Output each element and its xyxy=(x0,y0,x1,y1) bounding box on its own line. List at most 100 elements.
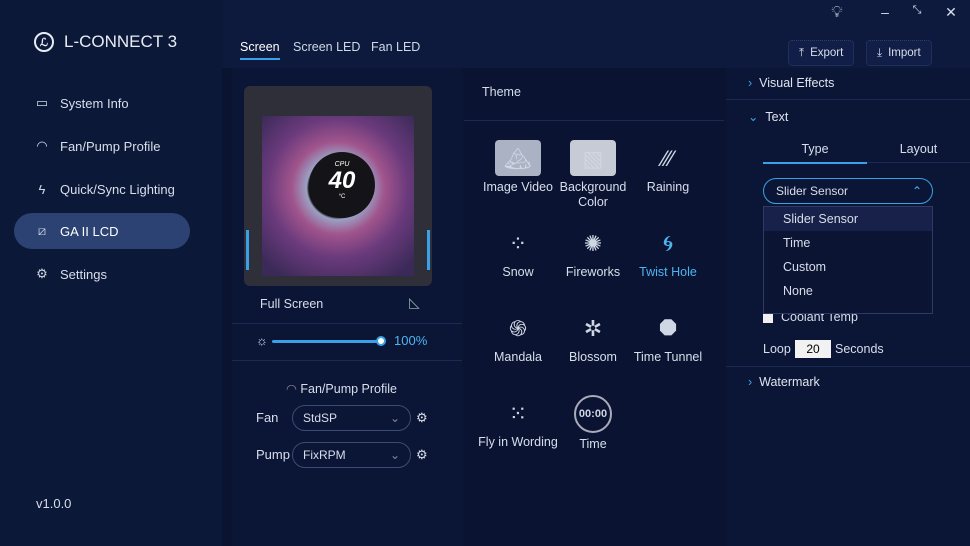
theme-twist-hole[interactable]: 🌀︎ Twist Hole xyxy=(628,225,708,280)
cpu-gauge: CPU 40 °C xyxy=(309,152,375,218)
chevron-down-icon: ⌄ xyxy=(389,448,400,462)
fan-pump-title: ◠ Fan/Pump Profile xyxy=(286,381,397,396)
visual-effects-section[interactable]: › Visual Effects xyxy=(748,76,834,90)
watermark-section[interactable]: › Watermark xyxy=(748,375,820,389)
screen-mode-label: Full Screen xyxy=(260,297,324,311)
theme-mandala[interactable]: ֍ Mandala xyxy=(478,310,558,365)
theme-title: Theme xyxy=(482,85,521,99)
tab-type[interactable]: Type xyxy=(763,142,867,164)
led-strip xyxy=(427,230,430,270)
divider xyxy=(464,120,724,121)
sidebar-item-settings[interactable]: ⚙ Settings xyxy=(14,256,190,292)
tab-screen[interactable]: Screen xyxy=(240,40,280,60)
theme-label: Time Tunnel xyxy=(633,350,703,364)
theme-blossom[interactable]: ✲ Blossom xyxy=(553,310,633,365)
title: Fan/Pump Profile xyxy=(300,382,397,396)
download-icon: ⤓ xyxy=(877,46,883,59)
sidebar-item-system-info[interactable]: ▭ System Info xyxy=(14,85,190,121)
twist-hole-icon: 🌀︎ xyxy=(662,230,674,256)
label: Visual Effects xyxy=(759,76,835,90)
sidebar-item-ga-ii-lcd[interactable]: ⧄ GA II LCD xyxy=(14,213,190,249)
gauge-icon: ◠ xyxy=(36,138,48,153)
theme-label: Raining xyxy=(646,180,690,194)
pump-value: FixRPM xyxy=(303,448,346,462)
gear-icon: ⚙ xyxy=(36,266,48,281)
seconds-label: Seconds xyxy=(835,342,884,356)
tab-screen-led[interactable]: Screen LED xyxy=(293,40,360,54)
brightness-slider[interactable] xyxy=(272,340,380,343)
chevron-down-icon: ⌄ xyxy=(389,411,400,425)
theme-time-tunnel[interactable]: ⯃ Time Tunnel xyxy=(628,310,708,365)
selected-value: Slider Sensor xyxy=(776,184,849,198)
lightbulb-icon[interactable]: 💡︎ xyxy=(824,4,850,26)
rotate-icon[interactable]: ◺ xyxy=(409,294,420,311)
chevron-right-icon: › xyxy=(748,375,760,389)
sidebar-item-lighting[interactable]: ϟ Quick/Sync Lighting xyxy=(14,171,190,207)
label: Watermark xyxy=(759,375,820,389)
theme-label: Mandala xyxy=(494,350,542,364)
option-none[interactable]: None xyxy=(764,279,932,303)
gauge-icon: ◠ xyxy=(286,382,301,396)
pump-settings-gear-icon[interactable]: ⚙ xyxy=(416,447,428,463)
theme-label: Fireworks xyxy=(565,265,621,279)
minimize-button[interactable]: – xyxy=(872,4,898,26)
divider xyxy=(726,99,970,100)
header xyxy=(222,0,970,68)
divider xyxy=(232,360,462,361)
theme-snow[interactable]: ⁘ Snow xyxy=(478,225,558,280)
theme-label: Twist Hole xyxy=(639,265,697,279)
sidebar: ℒ L-CONNECT 3 ▭ System Info ◠ Fan/Pump Prof… xyxy=(0,0,222,546)
logo-icon: ℒ xyxy=(34,32,54,52)
pump-label: Pump xyxy=(256,447,290,462)
export-button[interactable]: ⤒ Export xyxy=(788,40,855,66)
theme-label: Blossom xyxy=(569,350,617,364)
chevron-up-icon: ⌃ xyxy=(911,184,922,198)
upload-icon: ⤒ xyxy=(799,46,805,59)
loop-seconds-input[interactable] xyxy=(795,340,831,358)
fan-settings-gear-icon[interactable]: ⚙ xyxy=(416,410,428,426)
theme-label: Image Video xyxy=(483,180,553,194)
theme-fireworks[interactable]: ✺ Fireworks xyxy=(553,225,633,280)
option-custom[interactable]: Custom xyxy=(764,255,932,279)
chevron-down-icon: ⌄ xyxy=(748,110,766,124)
text-type-select[interactable]: Slider Sensor ⌃ xyxy=(763,178,933,204)
chevron-right-icon: › xyxy=(748,76,760,90)
export-label: Export xyxy=(810,47,844,59)
option-time[interactable]: Time xyxy=(764,231,932,255)
close-button[interactable]: ✕ xyxy=(938,4,964,26)
led-strip xyxy=(246,230,249,270)
lcd-icon: ⧄ xyxy=(37,223,47,238)
theme-time[interactable]: 00:00 Time xyxy=(553,395,633,452)
brightness-value: 100% xyxy=(394,333,428,348)
gauge-value: 40 xyxy=(328,167,356,194)
sidebar-item-fan-pump[interactable]: ◠ Fan/Pump Profile xyxy=(14,128,190,164)
app-title: L-CONNECT 3 xyxy=(64,32,178,51)
coolant-temp-checkbox[interactable] xyxy=(763,313,773,323)
fan-value: StdSP xyxy=(303,411,338,425)
restore-button[interactable]: ⤡ xyxy=(904,4,930,26)
image-video-icon: 🏔︎ xyxy=(495,140,541,176)
label: Text xyxy=(765,110,789,124)
theme-image-video[interactable]: 🏔︎ Image Video xyxy=(478,140,558,195)
theme-background-color[interactable]: ▧ Background Color xyxy=(553,140,633,210)
text-section[interactable]: ⌄ Text xyxy=(748,109,788,124)
theme-label: Fly in Wording xyxy=(478,435,558,449)
theme-raining[interactable]: ⁄⁄⁄ Raining xyxy=(628,140,708,195)
gauge-unit: °C xyxy=(338,194,346,200)
option-slider-sensor[interactable]: Slider Sensor xyxy=(764,207,932,231)
loop-label: Loop xyxy=(763,342,791,356)
brightness-icon: ☼ xyxy=(256,333,268,348)
pump-profile-select[interactable]: FixRPM ⌄ xyxy=(292,442,411,468)
fan-profile-select[interactable]: StdSP ⌄ xyxy=(292,405,411,431)
brightness-slider-handle[interactable] xyxy=(376,336,386,346)
tab-fan-led[interactable]: Fan LED xyxy=(371,40,420,54)
divider xyxy=(726,366,970,367)
monitor-icon: ▭ xyxy=(35,95,49,110)
tab-layout[interactable]: Layout xyxy=(867,142,970,163)
fan-label: Fan xyxy=(256,410,279,425)
theme-label: Time xyxy=(579,437,607,451)
version: v1.0.0 xyxy=(36,496,72,511)
time-icon: 00:00 xyxy=(574,395,612,433)
theme-fly-in-wording[interactable]: ⁙ Fly in Wording xyxy=(478,395,558,450)
import-button[interactable]: ⤓ Import xyxy=(866,40,932,66)
